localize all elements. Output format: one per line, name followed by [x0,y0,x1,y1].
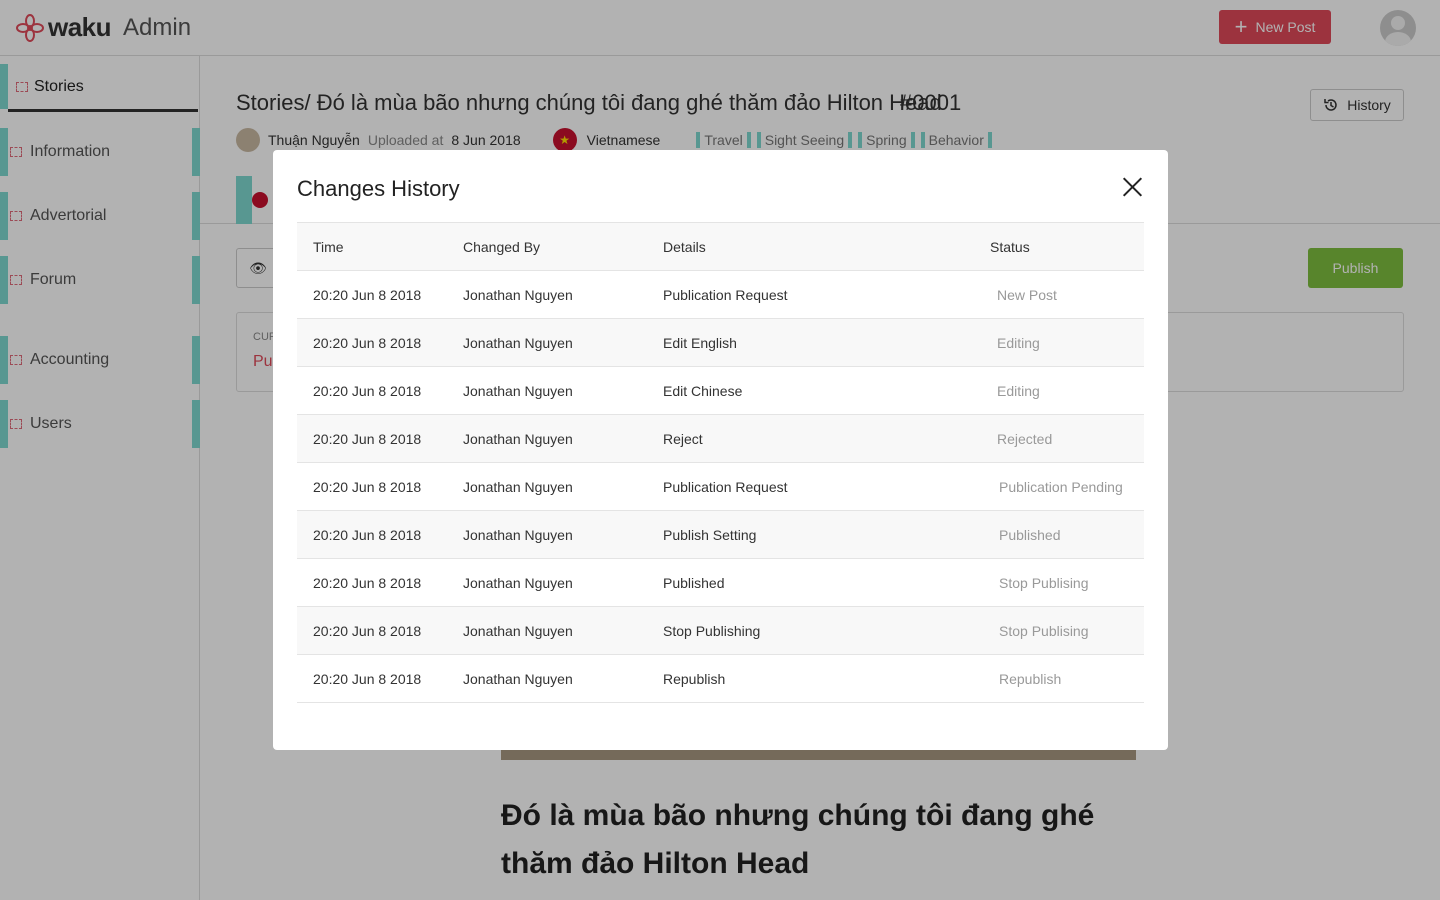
cell-details: Publish Setting [647,510,974,559]
table-row: 20:20 Jun 8 2018 Jonathan Nguyen Edit En… [297,318,1144,367]
cell-details: Publication Request [647,270,974,319]
cell-changed-by: Jonathan Nguyen [447,366,647,415]
table-row: 20:20 Jun 8 2018 Jonathan Nguyen Publish… [297,558,1144,607]
column-header-status: Status [974,222,1144,271]
cell-details: Edit Chinese [647,366,974,415]
column-header-changed-by: Changed By [447,222,647,271]
cell-details: Reject [647,414,974,463]
table-row: 20:20 Jun 8 2018 Jonathan Nguyen Publica… [297,270,1144,319]
cell-changed-by: Jonathan Nguyen [447,414,647,463]
table-header-row: Time Changed By Details Status [297,222,1144,271]
cell-time: 20:20 Jun 8 2018 [297,414,447,463]
cell-time: 20:20 Jun 8 2018 [297,510,447,559]
cell-status: New Post [974,270,1144,319]
cell-changed-by: Jonathan Nguyen [447,558,647,607]
cell-time: 20:20 Jun 8 2018 [297,318,447,367]
table-row: 20:20 Jun 8 2018 Jonathan Nguyen Republi… [297,654,1144,703]
changes-history-modal: Changes History Time Changed By Details … [273,150,1168,750]
cell-time: 20:20 Jun 8 2018 [297,606,447,655]
cell-changed-by: Jonathan Nguyen [447,318,647,367]
cell-time: 20:20 Jun 8 2018 [297,462,447,511]
cell-details: Stop Publishing [647,606,974,655]
cell-status: Rejected [974,414,1144,463]
column-header-details: Details [647,222,974,271]
cell-changed-by: Jonathan Nguyen [447,462,647,511]
cell-details: Publication Request [647,462,974,511]
cell-changed-by: Jonathan Nguyen [447,270,647,319]
cell-details: Republish [647,654,974,703]
column-header-time: Time [297,222,447,271]
cell-changed-by: Jonathan Nguyen [447,654,647,703]
cell-time: 20:20 Jun 8 2018 [297,558,447,607]
table-row: 20:20 Jun 8 2018 Jonathan Nguyen Stop Pu… [297,606,1144,655]
close-icon[interactable] [1115,170,1149,204]
cell-changed-by: Jonathan Nguyen [447,510,647,559]
cell-details: Edit English [647,318,974,367]
table-row: 20:20 Jun 8 2018 Jonathan Nguyen Publica… [297,462,1144,511]
modal-title: Changes History [297,176,460,201]
cell-status: Stop Publising [974,606,1144,655]
cell-status: Editing [974,366,1144,415]
history-table: Time Changed By Details Status 20:20 Jun… [297,222,1144,703]
cell-status: Published [974,510,1144,559]
cell-details: Published [647,558,974,607]
table-row: 20:20 Jun 8 2018 Jonathan Nguyen Edit Ch… [297,366,1144,415]
table-row: 20:20 Jun 8 2018 Jonathan Nguyen Reject … [297,414,1144,463]
cell-status: Editing [974,318,1144,367]
cell-time: 20:20 Jun 8 2018 [297,366,447,415]
cell-time: 20:20 Jun 8 2018 [297,270,447,319]
cell-status: Stop Publising [974,558,1144,607]
cell-status: Publication Pending [974,462,1144,511]
cell-status: Republish [974,654,1144,703]
cell-time: 20:20 Jun 8 2018 [297,654,447,703]
table-row: 20:20 Jun 8 2018 Jonathan Nguyen Publish… [297,510,1144,559]
cell-changed-by: Jonathan Nguyen [447,606,647,655]
